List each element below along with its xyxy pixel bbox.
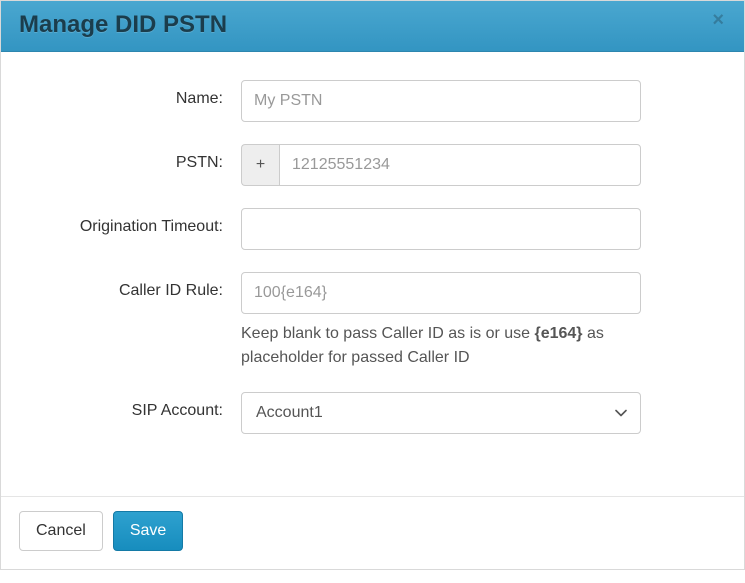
cancel-button[interactable]: Cancel [19,511,103,551]
field-row-name: Name: [31,80,714,122]
field-row-sip-account: SIP Account: Account1 [31,392,714,434]
name-input[interactable] [241,80,641,122]
field-row-pstn: PSTN: + [31,144,714,186]
pstn-label: PSTN: [31,144,241,172]
pstn-prefix: + [241,144,279,186]
caller-id-rule-help: Keep blank to pass Caller ID as is or us… [241,322,641,370]
dialog-footer: Cancel Save [1,496,744,569]
manage-did-pstn-dialog: Manage DID PSTN × Name: PSTN: + Originat… [0,0,745,570]
help-text-pre: Keep blank to pass Caller ID as is or us… [241,325,534,342]
dialog-header: Manage DID PSTN × [1,1,744,52]
close-icon[interactable]: × [706,9,730,31]
save-button[interactable]: Save [113,511,183,551]
name-label: Name: [31,80,241,108]
sip-account-select[interactable]: Account1 [241,392,641,434]
field-row-origination-timeout: Origination Timeout: [31,208,714,250]
help-text-placeholder-token: {e164} [534,325,582,342]
origination-timeout-input[interactable] [241,208,641,250]
caller-id-rule-label: Caller ID Rule: [31,272,241,300]
pstn-input[interactable] [279,144,641,186]
caller-id-rule-input[interactable] [241,272,641,314]
dialog-body: Name: PSTN: + Origination Timeout: Calle… [1,52,744,466]
dialog-title: Manage DID PSTN [19,11,726,39]
origination-timeout-label: Origination Timeout: [31,208,241,236]
sip-account-label: SIP Account: [31,392,241,420]
field-row-caller-id-rule: Caller ID Rule: Keep blank to pass Calle… [31,272,714,370]
sip-account-selected-value: Account1 [256,404,323,422]
